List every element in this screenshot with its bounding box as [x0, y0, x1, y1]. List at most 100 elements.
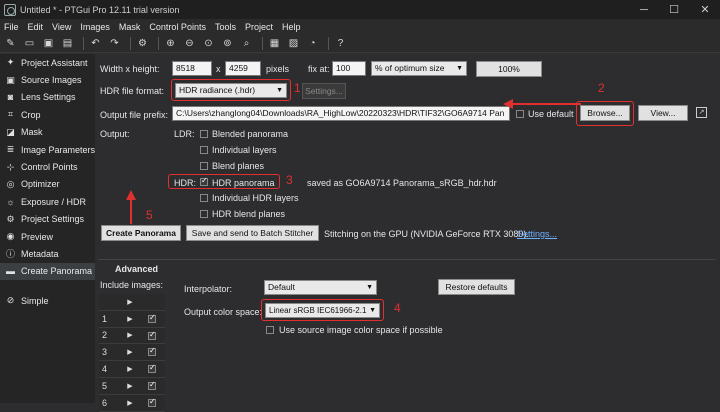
interpolator-select[interactable]: Default ▼: [264, 280, 377, 295]
play-icon: ▶: [127, 315, 133, 323]
sidebar-item-optimizer[interactable]: ◎ Optimizer: [0, 176, 95, 193]
sidebar-item-crop[interactable]: ⌗ Crop: [0, 106, 95, 123]
sidebar-item-image-parameters[interactable]: ≣ Image Parameters: [0, 141, 95, 158]
zoom-fit-icon[interactable]: ⊙: [201, 36, 216, 51]
sidebar-item-lens-settings[interactable]: ◙ Lens Settings: [0, 89, 95, 106]
individual-layers-checkbox[interactable]: [200, 146, 208, 154]
sidebar-item-source-images[interactable]: ▣ Source Images: [0, 71, 95, 88]
menu-tools[interactable]: Tools: [215, 22, 236, 32]
menu-view[interactable]: View: [52, 22, 71, 32]
help-icon[interactable]: ?: [333, 36, 348, 51]
info-icon: ⓘ: [5, 249, 15, 260]
annotation-arrow-5: [126, 190, 136, 224]
annotation-number-5: 5: [146, 208, 153, 222]
settings-gear-icon[interactable]: ⚙: [135, 36, 150, 51]
menu-mask[interactable]: Mask: [119, 22, 141, 32]
batch-stitcher-button[interactable]: Save and send to Batch Stitcher: [186, 225, 319, 241]
play-icon: ▶: [127, 332, 133, 340]
hdr-label: HDR:: [174, 178, 196, 188]
sidebar-item-preview[interactable]: ◉ Preview: [0, 228, 95, 245]
color-space-value: Linear sRGB IEC61966-2.1: [269, 306, 367, 315]
table-row[interactable]: 3 ▶: [99, 344, 165, 362]
restore-defaults-button[interactable]: Restore defaults: [438, 279, 515, 295]
close-icon[interactable]: ✕: [690, 0, 720, 19]
sidebar-item-control-points[interactable]: ⊹ Control Points: [0, 158, 95, 175]
gear-icon: ⚙: [6, 213, 15, 224]
create-panorama-panel: Width x height: 8518 x 4259 pixels fix a…: [95, 54, 720, 412]
search-icon[interactable]: ⌕: [239, 36, 254, 51]
sidebar-item-simple[interactable]: ⊘ Simple: [0, 292, 95, 309]
size-mode-value: % of optimum size: [375, 63, 445, 73]
blended-panorama-label: Blended panorama: [212, 129, 289, 139]
minimize-icon[interactable]: ─: [629, 0, 659, 19]
zoom-100-icon[interactable]: ⊚: [220, 36, 235, 51]
create-panorama-button[interactable]: Create Panorama: [101, 225, 181, 241]
saved-as-text: saved as GO6A9714 Panorama_sRGB_hdr.hdr: [307, 178, 497, 188]
open-output-icon[interactable]: ↗: [696, 107, 707, 118]
format-settings-button[interactable]: Settings...: [302, 83, 346, 99]
sidebar-item-metadata[interactable]: ⓘ Metadata: [0, 245, 95, 262]
sidebar-item-label: Crop: [21, 109, 41, 120]
sidebar-item-project-assistant[interactable]: ✦ Project Assistant: [0, 54, 95, 71]
percent-100-button[interactable]: 100%: [476, 61, 542, 77]
save-as-icon[interactable]: ▤: [60, 36, 75, 51]
hdr-blend-planes-checkbox[interactable]: [200, 210, 208, 218]
include-image-checkbox[interactable]: [148, 363, 156, 374]
output-prefix-input[interactable]: C:\Users\zhanglong04\Downloads\RA_HighLo…: [172, 106, 510, 121]
color-space-select[interactable]: Linear sRGB IEC61966-2.1 ▼: [265, 303, 380, 318]
menu-help[interactable]: Help: [282, 22, 301, 32]
menu-edit[interactable]: Edit: [28, 22, 44, 32]
gpu-settings-link[interactable]: Settings...: [517, 229, 557, 239]
play-icon: ▶: [127, 382, 133, 390]
menu-images[interactable]: Images: [80, 22, 110, 32]
grid-icon[interactable]: ▦: [267, 36, 282, 51]
blend-planes-checkbox[interactable]: [200, 162, 208, 170]
height-input[interactable]: 4259: [225, 61, 261, 76]
sidebar-item-exposure-hdr[interactable]: ☼ Exposure / HDR: [0, 193, 95, 210]
sidebar-item-project-settings[interactable]: ⚙ Project Settings: [0, 211, 95, 228]
hdr-panorama-checkbox[interactable]: [200, 176, 208, 186]
maximize-icon[interactable]: ☐: [659, 0, 689, 19]
menu-file[interactable]: File: [4, 22, 19, 32]
lightbulb-icon[interactable]: ◔: [305, 36, 320, 51]
sidebar-item-create-panorama[interactable]: ▬ Create Panorama: [0, 262, 95, 281]
table-row[interactable]: 2 ▶: [99, 328, 165, 345]
table-row[interactable]: 5 ▶: [99, 378, 165, 395]
table-row[interactable]: 6 ▶: [99, 395, 165, 412]
table-row[interactable]: 1 ▶: [99, 311, 165, 328]
include-image-checkbox[interactable]: [148, 330, 156, 340]
open-folder-icon[interactable]: ▭: [22, 36, 37, 51]
table-row[interactable]: 4 ▶: [99, 361, 165, 378]
include-image-checkbox[interactable]: [148, 346, 156, 357]
view-button[interactable]: View...: [638, 105, 688, 121]
sidebar-item-mask[interactable]: ◪ Mask: [0, 124, 95, 141]
image-icon[interactable]: ▨: [286, 36, 301, 51]
play-icon: ▶: [127, 366, 133, 374]
include-image-checkbox[interactable]: [148, 313, 156, 323]
browse-button[interactable]: Browse...: [580, 105, 630, 121]
hdr-blend-planes-label: HDR blend planes: [212, 209, 286, 219]
mask-icon: ◪: [6, 126, 15, 137]
menu-control-points[interactable]: Control Points: [149, 22, 206, 32]
use-source-color-space-label: Use source image color space if possible: [279, 325, 443, 335]
use-source-color-space-checkbox[interactable]: [266, 326, 274, 334]
zoom-out-icon[interactable]: ⊖: [182, 36, 197, 51]
blended-panorama-checkbox[interactable]: [200, 130, 208, 138]
play-icon: ▶: [127, 298, 133, 306]
include-image-checkbox[interactable]: [148, 380, 156, 390]
use-default-label: Use default: [528, 109, 574, 119]
zoom-in-icon[interactable]: ⊕: [163, 36, 178, 51]
use-default-checkbox[interactable]: [516, 110, 524, 118]
hdr-panorama-label: HDR panorama: [212, 178, 275, 188]
save-icon[interactable]: ▣: [41, 36, 56, 51]
individual-hdr-layers-checkbox[interactable]: [200, 194, 208, 202]
width-input[interactable]: 8518: [172, 61, 212, 76]
size-mode-select[interactable]: % of optimum size ▼: [371, 61, 467, 76]
sidebar-item-label: Source Images: [21, 75, 82, 86]
undo-icon[interactable]: ↶: [88, 36, 103, 51]
redo-icon[interactable]: ↷: [107, 36, 122, 51]
new-project-icon[interactable]: ✎: [3, 36, 18, 51]
fix-at-input[interactable]: 100: [332, 61, 366, 76]
menu-project[interactable]: Project: [245, 22, 273, 32]
blend-planes-label: Blend planes: [212, 161, 265, 171]
